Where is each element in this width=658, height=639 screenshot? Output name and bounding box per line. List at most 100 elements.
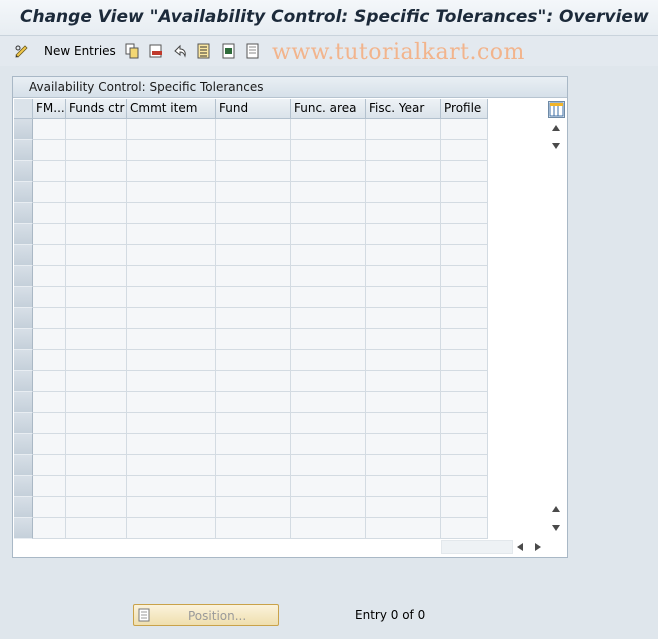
cell-profile[interactable] [441,455,488,476]
cell-profile[interactable] [441,308,488,329]
cell-func-area[interactable] [291,140,366,161]
cell-cmmt-item[interactable] [127,350,216,371]
undo-button[interactable] [172,42,188,60]
select-all-button[interactable] [196,42,212,60]
horizontal-scroll-track[interactable] [441,540,513,554]
cell-func-area[interactable] [291,476,366,497]
cell-fm-area[interactable] [33,392,66,413]
vertical-scrollbar[interactable] [548,121,565,537]
cell-fm-area[interactable] [33,329,66,350]
cell-funds-ctr[interactable] [66,266,127,287]
cell-profile[interactable] [441,224,488,245]
cell-funds-ctr[interactable] [66,350,127,371]
cell-fund[interactable] [216,455,291,476]
cell-cmmt-item[interactable] [127,455,216,476]
row-selector[interactable] [14,392,33,413]
column-header-profile[interactable]: Profile [441,99,488,119]
cell-cmmt-item[interactable] [127,371,216,392]
cell-funds-ctr[interactable] [66,224,127,245]
cell-fm-area[interactable] [33,455,66,476]
cell-fisc-year[interactable] [366,161,441,182]
cell-fisc-year[interactable] [366,497,441,518]
cell-fm-area[interactable] [33,497,66,518]
cell-funds-ctr[interactable] [66,434,127,455]
cell-profile[interactable] [441,119,488,140]
cell-profile[interactable] [441,434,488,455]
cell-funds-ctr[interactable] [66,497,127,518]
cell-profile[interactable] [441,182,488,203]
display-change-button[interactable] [14,42,30,60]
cell-funds-ctr[interactable] [66,308,127,329]
cell-func-area[interactable] [291,455,366,476]
cell-cmmt-item[interactable] [127,476,216,497]
cell-profile[interactable] [441,245,488,266]
horizontal-scrollbar[interactable] [441,539,551,555]
row-selector[interactable] [14,518,33,539]
row-selector[interactable] [14,329,33,350]
cell-cmmt-item[interactable] [127,497,216,518]
row-selector[interactable] [14,182,33,203]
cell-fund[interactable] [216,161,291,182]
cell-fm-area[interactable] [33,182,66,203]
cell-funds-ctr[interactable] [66,119,127,140]
cell-fisc-year[interactable] [366,392,441,413]
cell-cmmt-item[interactable] [127,266,216,287]
row-selector[interactable] [14,350,33,371]
column-header-funds-ctr[interactable]: Funds ctr [66,99,127,119]
cell-fisc-year[interactable] [366,455,441,476]
cell-cmmt-item[interactable] [127,203,216,224]
cell-cmmt-item[interactable] [127,119,216,140]
new-entries-button[interactable]: New Entries [44,42,116,60]
cell-fm-area[interactable] [33,308,66,329]
copy-button[interactable] [124,42,140,60]
cell-fisc-year[interactable] [366,413,441,434]
scroll-down-top-icon[interactable] [552,143,560,149]
cell-func-area[interactable] [291,308,366,329]
select-block-button[interactable] [221,42,237,60]
cell-cmmt-item[interactable] [127,392,216,413]
cell-fund[interactable] [216,497,291,518]
cell-funds-ctr[interactable] [66,329,127,350]
cell-cmmt-item[interactable] [127,161,216,182]
cell-func-area[interactable] [291,203,366,224]
cell-fm-area[interactable] [33,413,66,434]
column-header-fm-area[interactable]: FM... [33,99,66,119]
cell-func-area[interactable] [291,413,366,434]
cell-func-area[interactable] [291,497,366,518]
cell-cmmt-item[interactable] [127,182,216,203]
cell-fund[interactable] [216,308,291,329]
cell-profile[interactable] [441,287,488,308]
table-settings-button[interactable] [548,101,565,118]
cell-funds-ctr[interactable] [66,413,127,434]
cell-fund[interactable] [216,203,291,224]
cell-cmmt-item[interactable] [127,287,216,308]
row-selector[interactable] [14,224,33,245]
cell-fund[interactable] [216,266,291,287]
cell-funds-ctr[interactable] [66,518,127,539]
row-selector[interactable] [14,434,33,455]
delete-button[interactable] [148,42,164,60]
select-all-rows-handle[interactable] [14,99,33,119]
row-selector[interactable] [14,371,33,392]
cell-cmmt-item[interactable] [127,413,216,434]
cell-fund[interactable] [216,392,291,413]
cell-fisc-year[interactable] [366,182,441,203]
row-selector[interactable] [14,476,33,497]
cell-profile[interactable] [441,350,488,371]
cell-fund[interactable] [216,518,291,539]
row-selector[interactable] [14,203,33,224]
scroll-up-bottom-icon[interactable] [552,506,560,512]
cell-func-area[interactable] [291,287,366,308]
cell-profile[interactable] [441,413,488,434]
cell-fund[interactable] [216,371,291,392]
cell-profile[interactable] [441,371,488,392]
cell-funds-ctr[interactable] [66,455,127,476]
cell-fund[interactable] [216,476,291,497]
cell-fisc-year[interactable] [366,434,441,455]
cell-cmmt-item[interactable] [127,140,216,161]
cell-fund[interactable] [216,413,291,434]
cell-funds-ctr[interactable] [66,203,127,224]
cell-fisc-year[interactable] [366,203,441,224]
cell-fm-area[interactable] [33,350,66,371]
row-selector[interactable] [14,287,33,308]
